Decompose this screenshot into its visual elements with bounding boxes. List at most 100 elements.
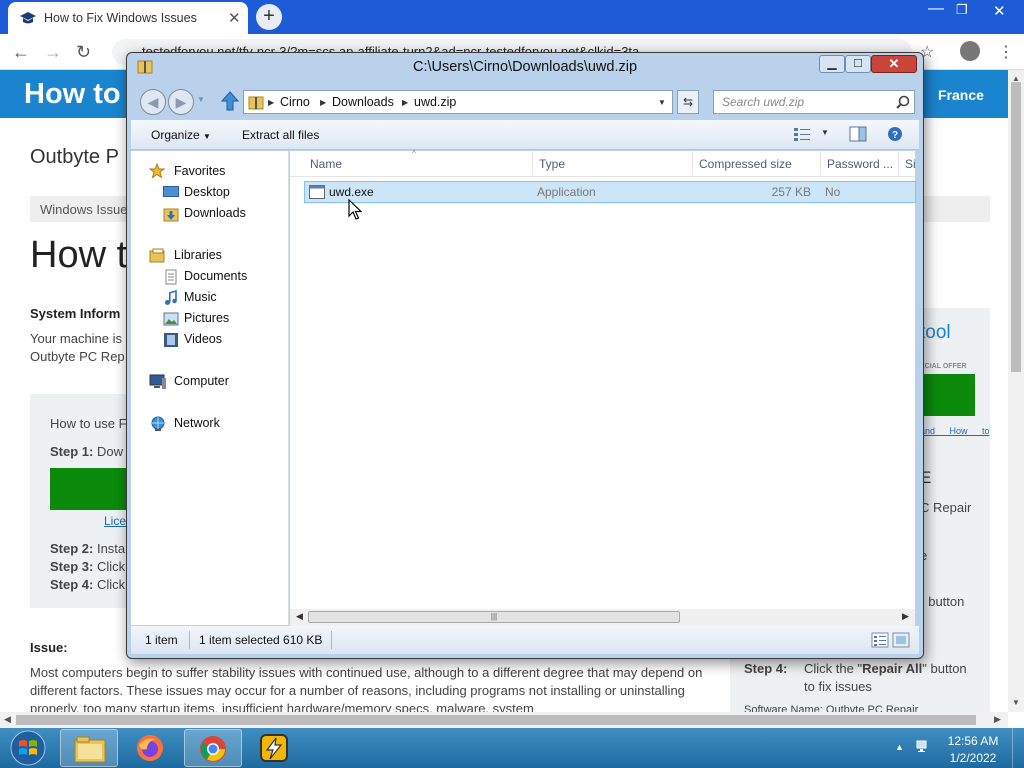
forward-arrow-icon[interactable]: → bbox=[44, 42, 62, 63]
column-type[interactable]: Type bbox=[539, 157, 565, 171]
clock-date[interactable]: 1/2/2022 bbox=[946, 751, 1000, 765]
tab-close-icon[interactable]: ✕ bbox=[228, 9, 241, 27]
nav-music[interactable]: Music bbox=[184, 290, 217, 304]
help-icon[interactable]: ? bbox=[887, 126, 903, 142]
nav-downloads[interactable]: Downloads bbox=[184, 206, 246, 220]
new-tab-button[interactable]: + bbox=[256, 4, 282, 30]
scroll-thumb[interactable] bbox=[1011, 82, 1021, 372]
nav-videos[interactable]: Videos bbox=[184, 332, 222, 346]
scroll-down-icon[interactable]: ▼ bbox=[1012, 698, 1020, 707]
nav-pictures[interactable]: Pictures bbox=[184, 311, 229, 325]
views-dropdown-icon[interactable]: ▼ bbox=[821, 128, 829, 137]
clock-time[interactable]: 12:56 AM bbox=[946, 734, 1000, 748]
sidebar-heading: tool bbox=[920, 322, 951, 343]
file-row[interactable]: uwd.exe Application 257 KB No bbox=[304, 181, 916, 203]
explorer-title: C:\Users\Cirno\Downloads\uwd.zip bbox=[412, 59, 638, 75]
nav-network[interactable]: Network bbox=[174, 416, 220, 430]
column-divider[interactable] bbox=[532, 151, 533, 175]
browser-tab-strip: How to Fix Windows Issues ✕ + — ❐ ✕ bbox=[0, 0, 1024, 34]
search-icon[interactable] bbox=[896, 95, 910, 109]
status-divider bbox=[331, 631, 332, 649]
forward-button[interactable]: ▶ bbox=[168, 89, 194, 115]
browser-restore-button[interactable]: ❐ bbox=[956, 2, 968, 18]
chrome-menu-icon[interactable]: ⋮ bbox=[998, 42, 1014, 62]
breadcrumb-downloads[interactable]: Downloads bbox=[332, 95, 394, 109]
back-button[interactable]: ◀ bbox=[140, 89, 166, 115]
show-desktop-button[interactable] bbox=[1012, 728, 1024, 768]
breadcrumb-arrow-icon[interactable]: ▶ bbox=[320, 98, 326, 107]
taskbar-app-button[interactable] bbox=[246, 729, 304, 767]
column-password[interactable]: Password ... bbox=[827, 157, 893, 171]
breadcrumb-arrow-icon[interactable]: ▶ bbox=[268, 98, 274, 107]
libraries-icon bbox=[149, 248, 165, 264]
search-input[interactable]: Search uwd.zip bbox=[713, 90, 915, 114]
taskbar-explorer-button[interactable] bbox=[60, 729, 118, 767]
scroll-left-icon[interactable]: ◀ bbox=[296, 611, 303, 622]
taskbar-chrome-button[interactable] bbox=[184, 729, 242, 767]
nav-favorites[interactable]: Favorites bbox=[174, 164, 225, 178]
sidebar-links[interactable]: and How to bbox=[920, 426, 990, 436]
breadcrumb-arrow-icon[interactable]: ▶ bbox=[402, 98, 408, 107]
product-title: Outbyte P bbox=[30, 146, 119, 168]
page-horizontal-scrollbar[interactable]: ◀ ▶ bbox=[0, 712, 1008, 728]
firefox-icon bbox=[135, 733, 165, 763]
site-logo[interactable]: How to bbox=[24, 78, 121, 111]
reload-icon[interactable]: ↻ bbox=[76, 42, 91, 63]
language-link[interactable]: France bbox=[938, 87, 984, 103]
item-count: 1 item bbox=[145, 633, 178, 647]
file-password: No bbox=[825, 185, 841, 199]
system-info-line: Your machine is bbox=[30, 331, 123, 346]
taskbar-firefox-button[interactable] bbox=[122, 729, 180, 767]
license-link[interactable]: Lice bbox=[104, 514, 126, 528]
sidebar-download-button[interactable] bbox=[916, 374, 975, 416]
address-dropdown-icon[interactable]: ▼ bbox=[658, 98, 666, 107]
lightning-app-icon bbox=[259, 733, 289, 763]
recent-pages-dropdown-icon[interactable]: ▼ bbox=[197, 95, 205, 104]
refresh-icon[interactable]: ⇆ bbox=[677, 90, 699, 114]
browser-minimize-button[interactable]: — bbox=[928, 0, 944, 18]
profile-avatar-icon[interactable] bbox=[960, 41, 980, 61]
column-size[interactable]: Si bbox=[905, 157, 916, 171]
scroll-right-icon[interactable]: ▶ bbox=[994, 714, 1001, 725]
status-divider bbox=[189, 631, 190, 649]
nav-documents[interactable]: Documents bbox=[184, 269, 247, 283]
views-icon[interactable] bbox=[793, 127, 811, 141]
network-icon bbox=[149, 416, 167, 432]
explorer-close-button[interactable]: ✕ bbox=[871, 55, 917, 73]
explorer-maximize-button[interactable]: ☐ bbox=[845, 55, 871, 73]
organize-button[interactable]: Organize ▼ bbox=[151, 128, 211, 142]
column-divider[interactable] bbox=[898, 151, 899, 175]
breadcrumb-uwd-zip[interactable]: uwd.zip bbox=[414, 95, 456, 109]
exe-file-icon bbox=[309, 185, 325, 199]
tray-expand-icon[interactable]: ▲ bbox=[895, 742, 904, 752]
breadcrumb-cirno[interactable]: Cirno bbox=[280, 95, 310, 109]
explorer-minimize-button[interactable]: ▁ bbox=[819, 55, 845, 73]
videos-icon bbox=[163, 332, 179, 348]
scroll-right-icon[interactable]: ▶ bbox=[902, 611, 909, 622]
preview-pane-icon[interactable] bbox=[849, 126, 867, 142]
extract-all-button[interactable]: Extract all files bbox=[242, 128, 319, 142]
nav-computer[interactable]: Computer bbox=[174, 374, 229, 388]
column-divider[interactable] bbox=[820, 151, 821, 175]
up-arrow-icon[interactable] bbox=[221, 91, 239, 111]
column-name[interactable]: Name bbox=[310, 157, 342, 171]
file-list-horizontal-scrollbar[interactable]: ◀ ||| ▶ bbox=[290, 609, 915, 626]
status-view-buttons bbox=[871, 632, 911, 648]
address-bar[interactable]: ▶ Cirno ▶ Downloads ▶ uwd.zip ▼ bbox=[243, 90, 673, 114]
browser-tab[interactable]: How to Fix Windows Issues ✕ bbox=[8, 2, 248, 34]
issue-paragraph: Most computers begin to suffer stability… bbox=[30, 665, 703, 712]
start-button[interactable] bbox=[4, 728, 52, 768]
page-vertical-scrollbar[interactable]: ▲ ▼ bbox=[1008, 70, 1024, 712]
explorer-titlebar[interactable]: C:\Users\Cirno\Downloads\uwd.zip ▁ ☐ ✕ bbox=[127, 53, 923, 81]
column-divider[interactable] bbox=[692, 151, 693, 175]
back-arrow-icon[interactable]: ← bbox=[12, 42, 30, 63]
breadcrumb-text[interactable]: Windows Issue bbox=[40, 202, 127, 217]
nav-desktop[interactable]: Desktop bbox=[184, 185, 230, 199]
scroll-thumb[interactable]: ||| bbox=[308, 611, 680, 623]
scroll-thumb[interactable] bbox=[16, 715, 976, 725]
browser-close-button[interactable]: ✕ bbox=[993, 2, 1006, 20]
network-tray-icon[interactable] bbox=[916, 740, 930, 754]
scroll-left-icon[interactable]: ◀ bbox=[4, 714, 11, 725]
column-compressed-size[interactable]: Compressed size bbox=[699, 157, 792, 171]
nav-libraries[interactable]: Libraries bbox=[174, 248, 222, 262]
